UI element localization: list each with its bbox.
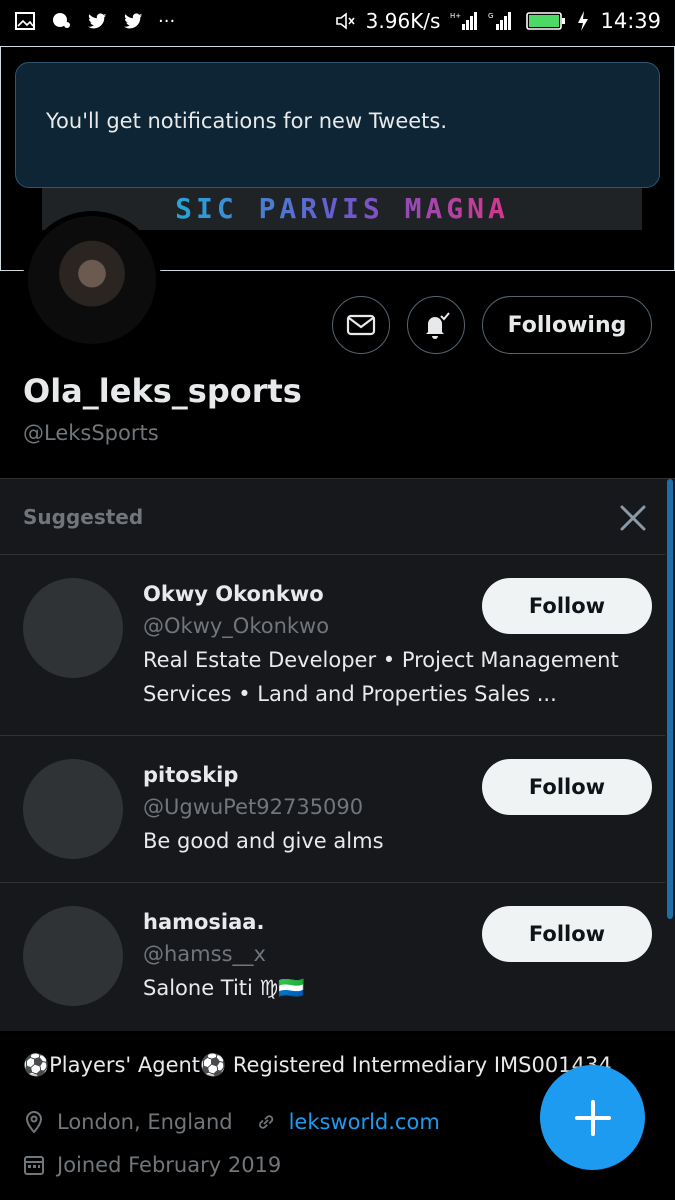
charging-icon: [578, 11, 589, 31]
network-speed: 3.96K/s: [365, 9, 441, 33]
status-bar: ··· 3.96K/s H+ G 14:39: [0, 0, 675, 46]
calendar-icon: [24, 1156, 44, 1175]
bell-check-icon: [426, 312, 450, 339]
chat-icon: [53, 13, 70, 28]
profile-meta-location-website: London, England leksworld.com: [23, 1110, 440, 1134]
twitter-icon: [87, 13, 107, 29]
notifications-button[interactable]: [407, 296, 465, 354]
link-icon: [258, 1115, 273, 1129]
follow-label: Follow: [528, 775, 606, 799]
user-name: pitoskip: [143, 763, 239, 787]
profile-joined-date: Joined February 2019: [57, 1153, 282, 1177]
avatar[interactable]: [23, 759, 123, 859]
notification-toast: You'll get notifications for new Tweets.: [15, 62, 660, 188]
suggested-panel: Suggested Okwy Okonkwo @Okwy_Okonkwo Rea…: [0, 478, 675, 1031]
signal-icon: H+: [450, 12, 478, 30]
location-icon: [25, 1111, 43, 1134]
svg-text:H+: H+: [450, 12, 461, 20]
toast-message: You'll get notifications for new Tweets.: [46, 109, 448, 133]
mail-icon: [346, 314, 376, 336]
mute-icon: [335, 12, 355, 30]
scrollbar[interactable]: [667, 479, 673, 919]
user-name: Okwy Okonkwo: [143, 582, 324, 606]
profile-display-name: Ola_leks_sports: [23, 372, 302, 410]
svg-text:G: G: [488, 12, 493, 20]
user-handle: @Okwy_Okonkwo: [143, 614, 330, 638]
profile-bio: ⚽Players' Agent⚽ Registered Intermediary…: [23, 1053, 612, 1077]
follow-label: Follow: [528, 922, 606, 946]
profile-website-link[interactable]: leksworld.com: [289, 1110, 440, 1134]
twitter-icon: [123, 13, 143, 29]
follow-button[interactable]: Follow: [482, 759, 652, 815]
following-label: Following: [507, 312, 627, 338]
clock: 14:39: [600, 9, 661, 33]
avatar[interactable]: [23, 578, 123, 678]
signal-icon: G: [488, 12, 512, 30]
avatar[interactable]: [23, 906, 123, 1006]
message-button[interactable]: [332, 296, 390, 354]
following-button[interactable]: Following: [482, 296, 652, 354]
profile-handle: @LeksSports: [23, 421, 159, 445]
suggested-title: Suggested: [23, 505, 144, 529]
suggested-user-row[interactable]: pitoskip @UgwuPet92735090 Be good and gi…: [0, 735, 665, 883]
follow-button[interactable]: Follow: [482, 906, 652, 962]
suggested-user-row[interactable]: Okwy Okonkwo @Okwy_Okonkwo Real Estate D…: [0, 554, 665, 735]
profile-location: London, England: [57, 1110, 233, 1134]
compose-plus-icon: [574, 1099, 611, 1136]
user-bio: Be good and give alms: [143, 829, 384, 853]
user-name: hamosiaa.: [143, 910, 265, 934]
user-bio: Real Estate Developer • Project Manageme…: [143, 648, 619, 706]
more-icon: ···: [158, 10, 176, 32]
follow-button[interactable]: Follow: [482, 578, 652, 634]
user-handle: @hamss__x: [143, 942, 266, 966]
user-handle: @UgwuPet92735090: [143, 795, 364, 819]
profile-avatar[interactable]: [23, 211, 161, 349]
battery-icon: [526, 12, 566, 30]
user-bio: Salone Titi ♍🇸🇱: [143, 976, 305, 1000]
suggested-user-row[interactable]: hamosiaa. @hamss__x Salone Titi ♍🇸🇱 Foll…: [0, 882, 665, 1031]
profile-meta-joined: Joined February 2019: [23, 1153, 281, 1177]
follow-label: Follow: [528, 594, 606, 618]
close-icon[interactable]: [616, 501, 650, 535]
gallery-icon: [15, 12, 35, 30]
compose-tweet-button[interactable]: [540, 1065, 645, 1170]
